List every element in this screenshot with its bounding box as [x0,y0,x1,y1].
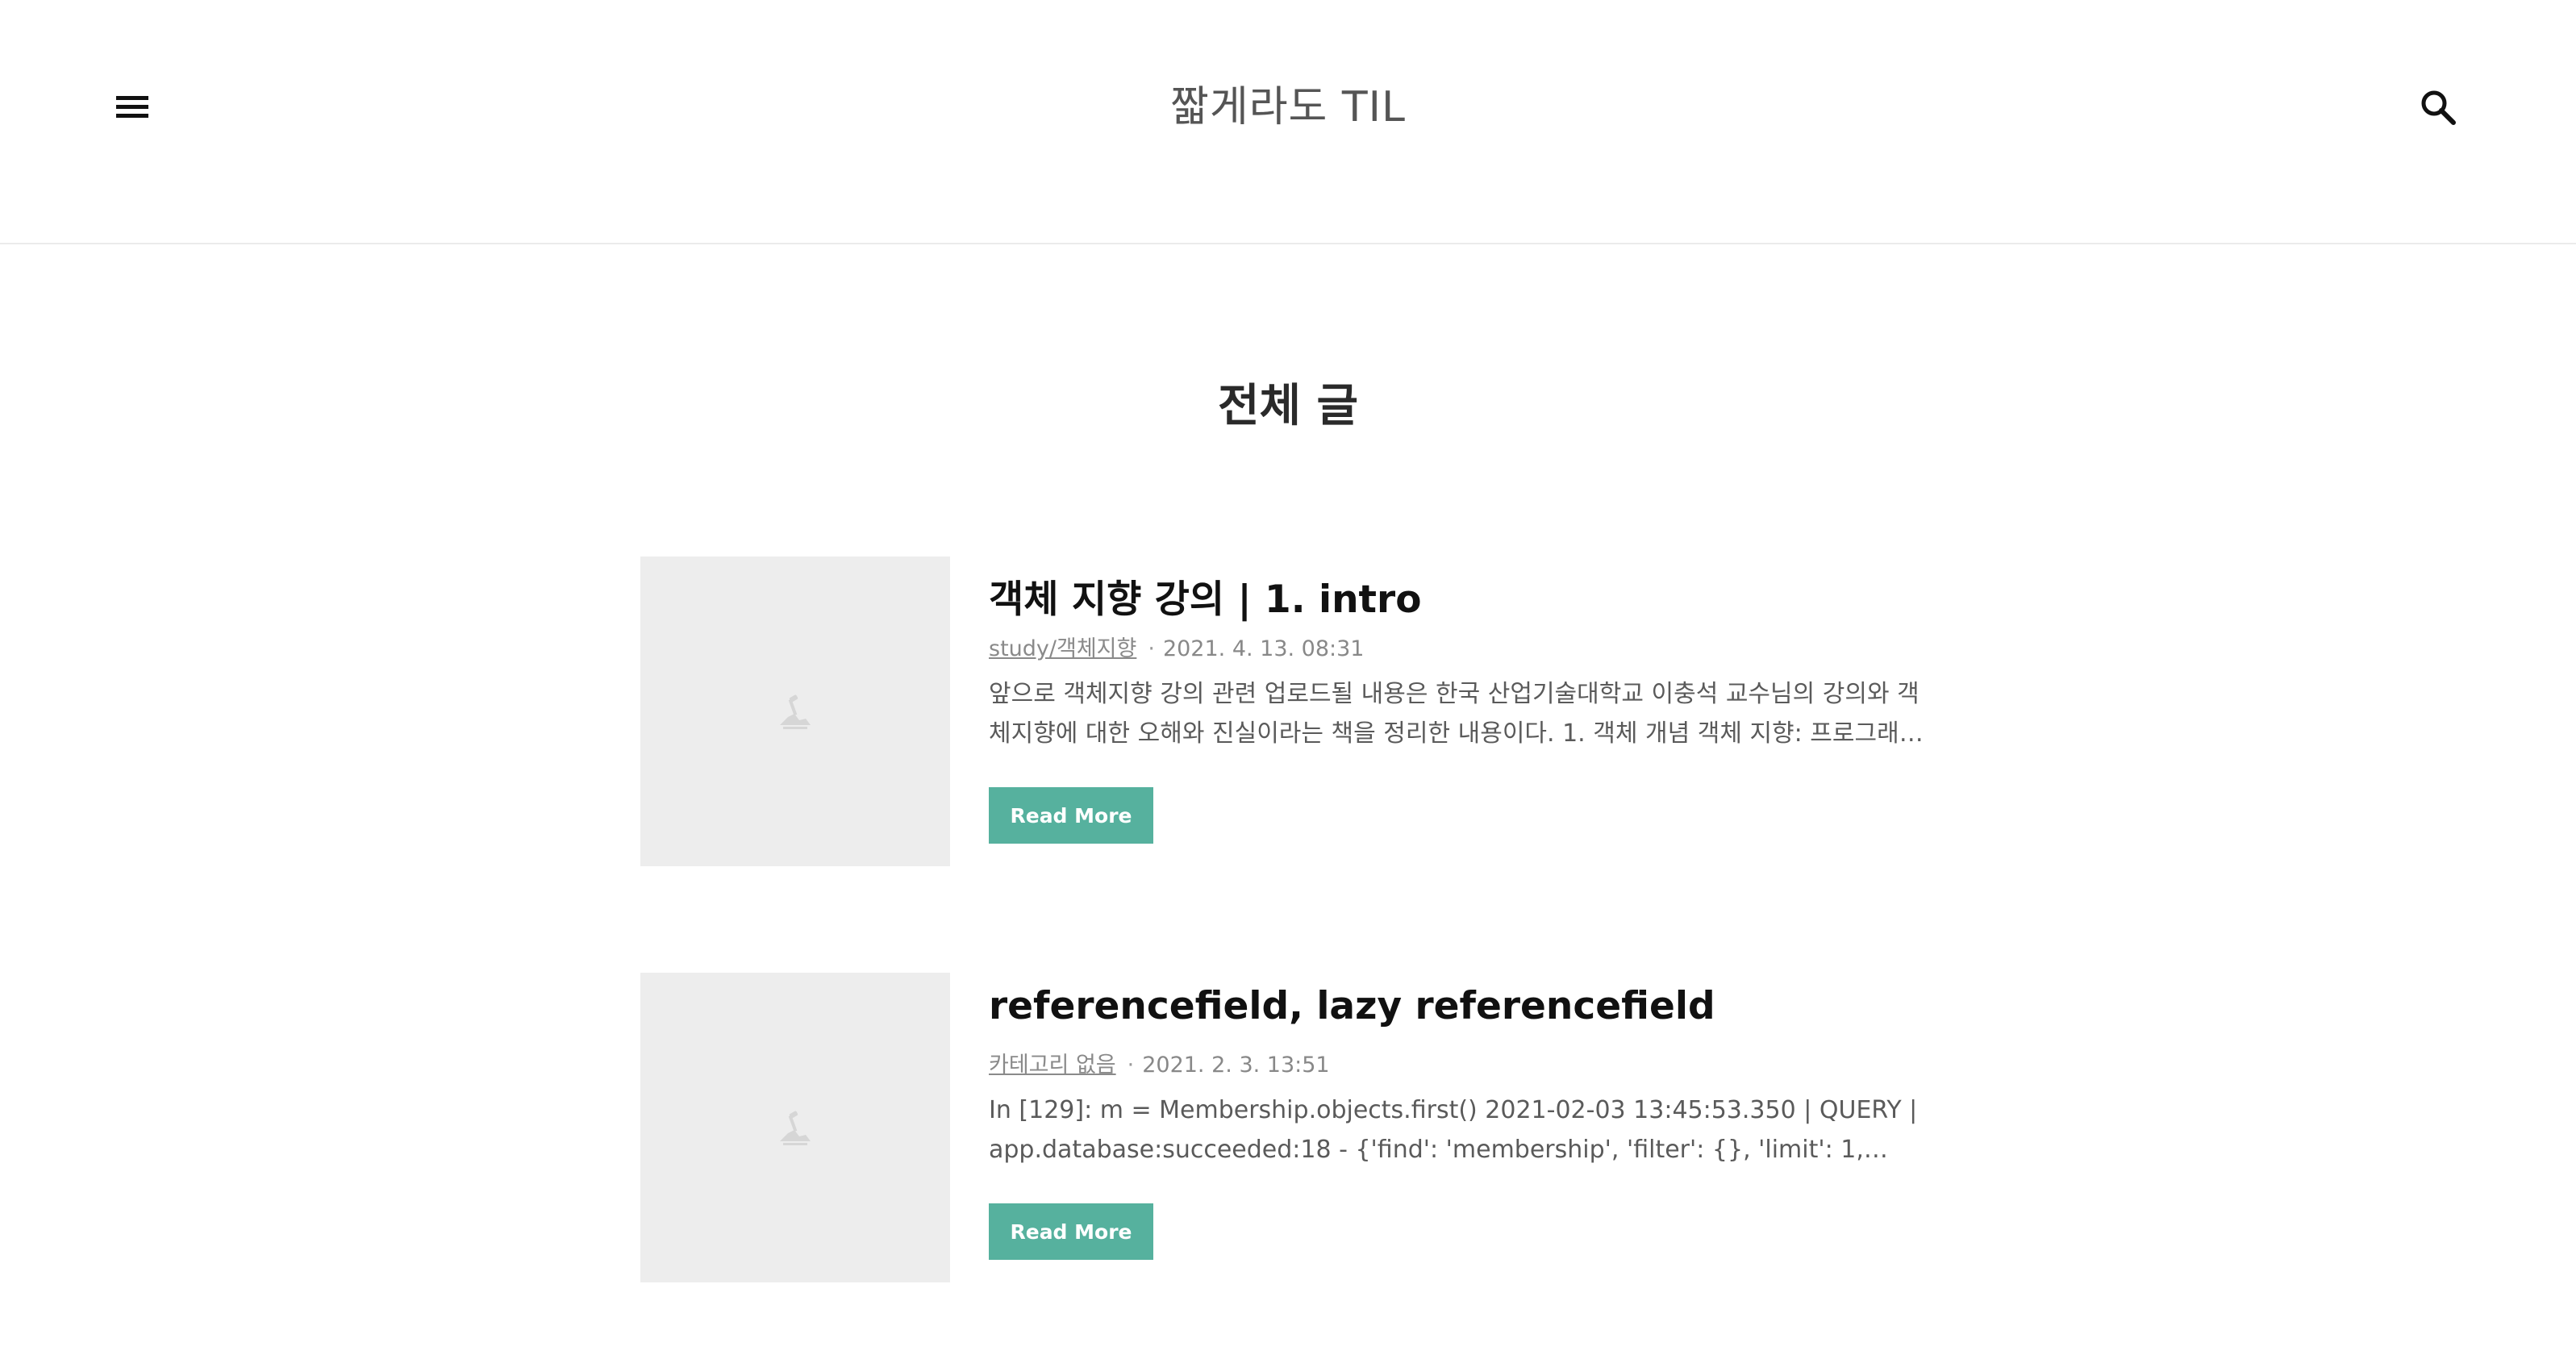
site-title[interactable]: 짧게라도 TIL [0,73,2576,133]
post-category-link[interactable]: study/객체지향 [989,636,1136,661]
page-title: 전체 글 [1217,380,1359,432]
meta-separator: · [1148,636,1155,661]
post-thumbnail[interactable] [640,557,950,866]
post-item: 객체 지향 강의 | 1. intro study/객체지향 · 2021. 4. … [640,557,1939,866]
post-date: 2021. 2. 3. 13:51 [1142,1053,1330,1078]
post-date: 2021. 4. 13. 08:31 [1162,636,1365,661]
post-excerpt[interactable]: In [129]: m = Membership.objects.first()… [989,1090,1932,1169]
post-thumbnail[interactable] [640,973,950,1282]
post-title[interactable]: referencefield, lazy referencefield [989,984,1715,1028]
post-item: referencefield, lazy referencefield 카테고리… [640,973,1939,1282]
meta-separator: · [1127,1053,1135,1078]
post-meta: study/객체지향 · 2021. 4. 13. 08:31 [989,631,1365,662]
post-excerpt[interactable]: 앞으로 객체지향 강의 관련 업로드될 내용은 한국 산업기술대학교 이충석 교… [989,674,1932,753]
read-more-button[interactable]: Read More [989,1203,1153,1260]
site-header: 짧게라도 TIL [0,0,2576,244]
post-meta: 카테고리 없음 · 2021. 2. 3. 13:51 [989,1047,1330,1078]
post-category-link[interactable]: 카테고리 없음 [989,1053,1116,1078]
image-placeholder-icon [780,694,811,729]
image-placeholder-icon [780,1111,811,1145]
post-title[interactable]: 객체 지향 강의 | 1. intro [989,568,1421,623]
search-icon[interactable] [2416,85,2461,131]
read-more-button[interactable]: Read More [989,787,1153,844]
